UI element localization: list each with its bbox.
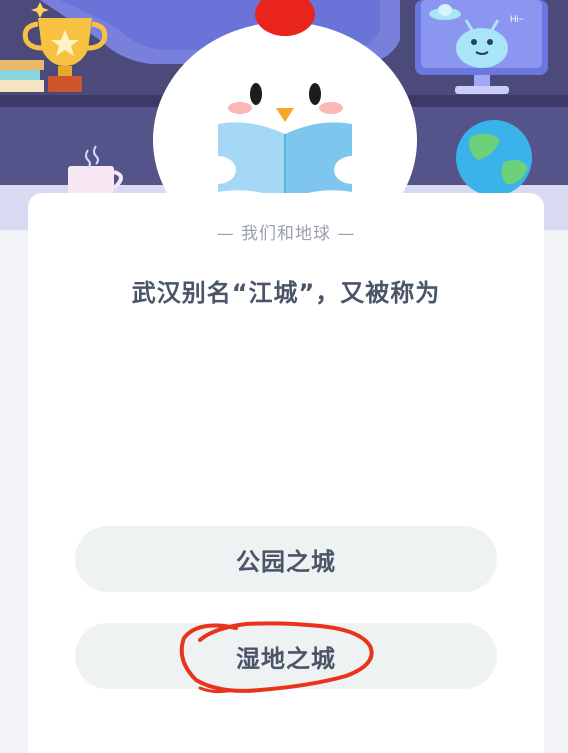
- answer-option-label: 湿地之城: [236, 644, 336, 673]
- answer-option-label: 公园之城: [236, 547, 336, 576]
- quiz-card: — 我们和地球 — 武汉别名“江城”，又被称为 公园之城 湿地之城: [28, 193, 544, 753]
- answer-option-2[interactable]: 湿地之城: [75, 623, 497, 689]
- quiz-question: 武汉别名“江城”，又被称为: [131, 279, 441, 307]
- books-icon: [0, 60, 44, 92]
- answer-option-1[interactable]: 公园之城: [75, 526, 497, 592]
- speech-text: Hi~: [510, 14, 524, 24]
- quiz-category: — 我们和地球 —: [216, 224, 356, 244]
